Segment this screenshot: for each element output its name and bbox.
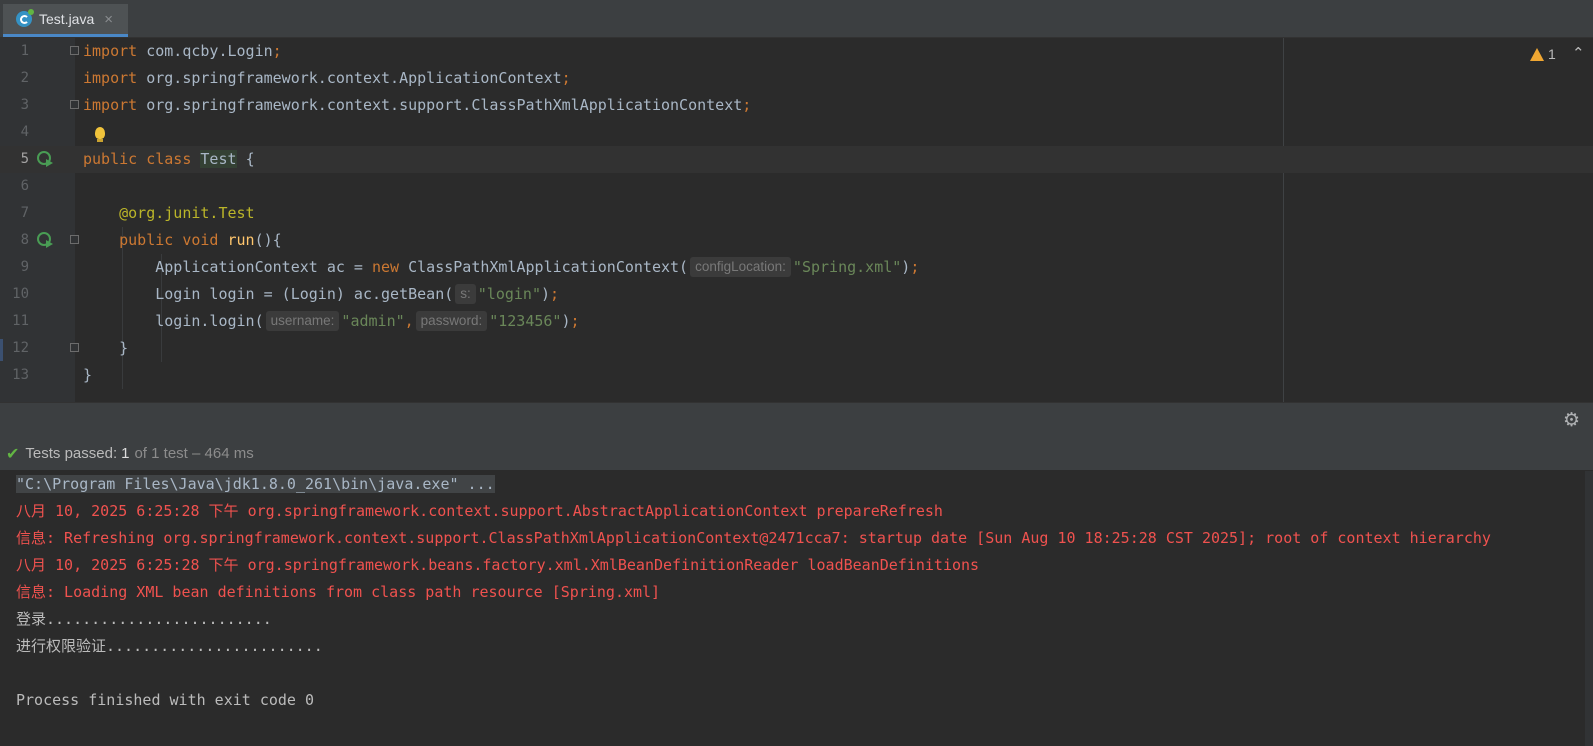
console-line: Process finished with exit code 0	[16, 691, 315, 709]
code-text: import org.springframework.context.suppo…	[83, 96, 752, 114]
code-text: }	[83, 366, 93, 384]
console-line: 八月 10, 2025 6:25:28 下午 org.springframewo…	[16, 556, 980, 574]
gear-icon[interactable]: ⚙	[1563, 410, 1580, 430]
line-number: 11	[12, 313, 29, 329]
inspection-widget[interactable]: 1	[1530, 46, 1556, 62]
java-class-icon	[16, 9, 34, 27]
code-editor[interactable]: 1 import com.qcby.Login; 2 import org.sp…	[0, 38, 1593, 402]
code-line[interactable]: 4	[0, 119, 1593, 146]
param-hint: username:	[265, 311, 340, 331]
line-number: 8	[20, 232, 29, 248]
code-line[interactable]: 12 }	[0, 335, 1593, 362]
code-line[interactable]: 10 Login login = (Login) ac.getBean(s: "l…	[0, 281, 1593, 308]
console-line: 进行权限验证........................	[16, 637, 323, 655]
code-text: Login login = (Login) ac.getBean(s: "logi…	[155, 284, 560, 304]
tests-passed-count: 1	[121, 445, 130, 462]
code-text: ApplicationContext ac = new ClassPathXml…	[155, 257, 920, 277]
tests-passed-label: Tests passed:	[25, 445, 118, 462]
console-line[interactable]: "C:\Program Files\Java\jdk1.8.0_261\bin\…	[16, 471, 495, 498]
param-hint: configLocation:	[690, 257, 791, 277]
code-text: import com.qcby.Login;	[83, 42, 282, 60]
editor-tab-bar: Test.java ×	[0, 0, 1593, 38]
code-text: @org.junit.Test	[119, 204, 255, 222]
run-test-icon[interactable]	[37, 232, 54, 249]
line-number: 1	[20, 43, 29, 59]
code-text: }	[119, 339, 129, 357]
code-line[interactable]: 2 import org.springframework.context.App…	[0, 65, 1593, 92]
line-number: 9	[20, 259, 29, 275]
line-number: 6	[20, 178, 29, 194]
line-number: 4	[20, 124, 29, 140]
code-line[interactable]: 13 }	[0, 362, 1593, 389]
console-output[interactable]: "C:\Program Files\Java\jdk1.8.0_261\bin\…	[0, 471, 1585, 746]
warning-count: 1	[1548, 46, 1556, 62]
line-number: 5	[20, 151, 29, 167]
console-scrollbar[interactable]	[1585, 471, 1593, 746]
code-text: import org.springframework.context.Appli…	[83, 69, 571, 87]
tab-test-java[interactable]: Test.java ×	[3, 4, 128, 37]
line-number: 7	[20, 205, 29, 221]
line-number: 12	[12, 340, 29, 356]
test-status-bar: ✔ Tests passed: 1 of 1 test – 464 ms	[0, 437, 1593, 470]
code-line[interactable]: 9 ApplicationContext ac = new ClassPathX…	[0, 254, 1593, 281]
line-number: 10	[12, 286, 29, 302]
code-line[interactable]: 6	[0, 173, 1593, 200]
line-number: 13	[12, 367, 29, 383]
line-number: 3	[20, 97, 29, 113]
run-test-icon[interactable]	[37, 151, 54, 168]
tab-label: Test.java	[39, 11, 95, 27]
code-text: public class Test {	[83, 150, 255, 168]
warning-icon	[1530, 47, 1544, 61]
code-text: login.login(username: "admin", password: "1…	[155, 311, 580, 331]
close-icon[interactable]: ×	[104, 11, 113, 28]
line-number: 2	[20, 70, 29, 86]
code-line[interactable]: 8 public void run(){	[0, 227, 1593, 254]
intention-bulb-icon[interactable]	[95, 127, 105, 142]
param-hint: password:	[415, 311, 488, 331]
console-line: 信息: Refreshing org.springframework.conte…	[16, 529, 1491, 547]
fold-icon[interactable]	[70, 343, 79, 352]
change-marker	[0, 339, 3, 361]
check-icon: ✔	[6, 444, 20, 463]
fold-icon[interactable]	[70, 235, 79, 244]
code-line[interactable]: 7 @org.junit.Test	[0, 200, 1593, 227]
run-tool-header: ⚙	[0, 402, 1593, 437]
code-line-current[interactable]: 5 public class Test {	[0, 146, 1593, 173]
console-command[interactable]: "C:\Program Files\Java\jdk1.8.0_261\bin\…	[16, 475, 495, 493]
code-line[interactable]: 1 import com.qcby.Login;	[0, 38, 1593, 65]
tests-summary: of 1 test – 464 ms	[134, 445, 254, 462]
code-text: public void run(){	[119, 231, 282, 249]
console-line: 登录.........................	[16, 610, 272, 628]
param-hint: s:	[455, 284, 476, 304]
code-line[interactable]: 11 login.login(username: "admin", password…	[0, 308, 1593, 335]
chevron-up-icon[interactable]: ⌃	[1572, 44, 1585, 62]
fold-icon[interactable]	[70, 46, 79, 55]
fold-icon[interactable]	[70, 100, 79, 109]
code-line[interactable]: 3 import org.springframework.context.sup…	[0, 92, 1593, 119]
console-line: 信息: Loading XML bean definitions from cl…	[16, 583, 661, 601]
console-line: 八月 10, 2025 6:25:28 下午 org.springframewo…	[16, 502, 943, 520]
